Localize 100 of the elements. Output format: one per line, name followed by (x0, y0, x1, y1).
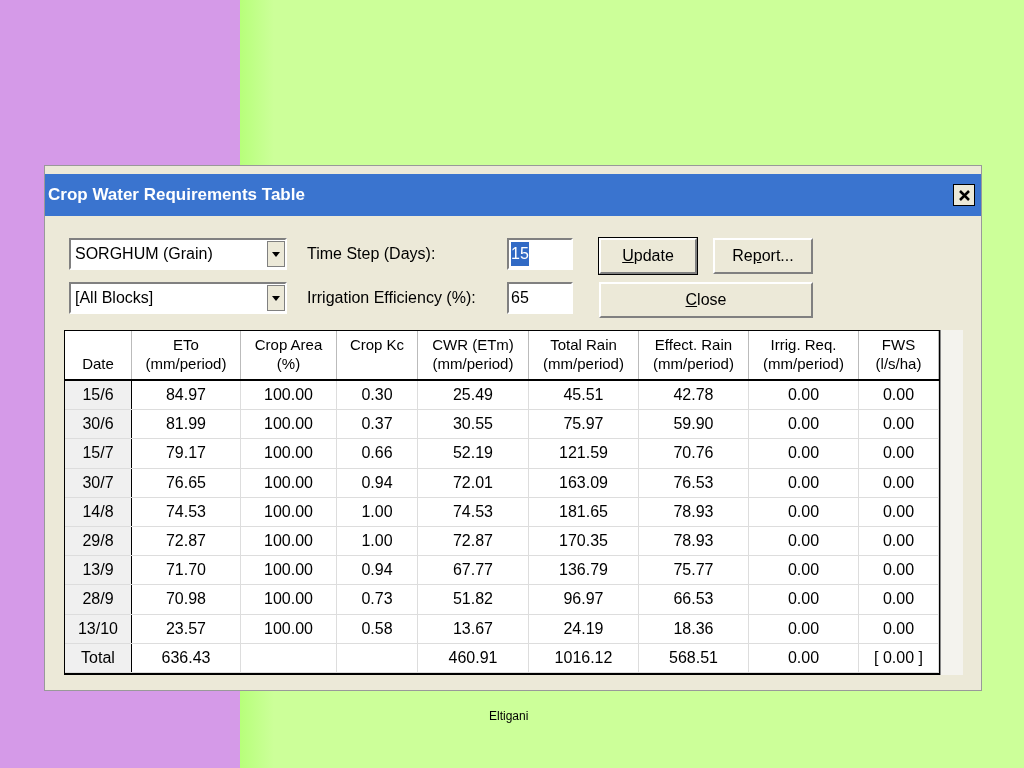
table-cell: 100.00 (241, 410, 337, 439)
table-cell: 0.00 (749, 497, 859, 526)
table-cell: 74.53 (132, 497, 241, 526)
table-cell: 0.00 (859, 585, 939, 614)
table-cell: 0.00 (749, 468, 859, 497)
table-cell: 0.58 (337, 614, 418, 643)
table-cell: 79.17 (132, 439, 241, 468)
row-header: 13/9 (65, 556, 132, 585)
table-cell: 72.87 (418, 526, 529, 556)
table-cell: 163.09 (529, 468, 639, 497)
row-header: 13/10 (65, 614, 132, 643)
table-cell: 1.00 (337, 526, 418, 556)
table-cell: 0.00 (859, 556, 939, 585)
input-field[interactable]: 65 (507, 282, 573, 314)
table-cell: 23.57 (132, 614, 241, 643)
column-header[interactable]: CWR (ETm) (mm/period) (418, 331, 529, 379)
row-header: 30/6 (65, 410, 132, 439)
table-cell: 0.00 (749, 410, 859, 439)
table-cell: 100.00 (241, 468, 337, 497)
row-header: 29/8 (65, 526, 132, 556)
table-cell: 76.65 (132, 468, 241, 497)
table-cell: 75.77 (639, 556, 749, 585)
table-cell: 51.82 (418, 585, 529, 614)
table-cell: 121.59 (529, 439, 639, 468)
table-cell: 100.00 (241, 585, 337, 614)
table-cell: 67.77 (418, 556, 529, 585)
column-header[interactable]: Effect. Rain (mm/period) (639, 331, 749, 379)
table-cell: 76.53 (639, 468, 749, 497)
field-label: Irrigation Efficiency (%): (307, 288, 477, 308)
table-cell: 568.51 (639, 643, 749, 672)
table-cell: 45.51 (529, 381, 639, 410)
dialog-button[interactable]: Close (599, 282, 813, 318)
column-header[interactable]: FWS (l/s/ha) (859, 331, 939, 379)
table-cell: 75.97 (529, 410, 639, 439)
scrollbar[interactable] (940, 330, 963, 675)
column-header[interactable]: Total Rain (mm/period) (529, 331, 639, 379)
table-cell: 0.00 (749, 556, 859, 585)
table-cell: 170.35 (529, 526, 639, 556)
table-cell: 0.00 (859, 439, 939, 468)
footer-text: Eltigani (489, 708, 529, 725)
dialog-button[interactable]: Report... (713, 238, 813, 274)
table-cell: 70.98 (132, 585, 241, 614)
table-cell: 42.78 (639, 381, 749, 410)
table-cell: 96.97 (529, 585, 639, 614)
table-cell: 0.00 (859, 468, 939, 497)
column-header[interactable]: Crop Area (%) (241, 331, 337, 379)
column-header[interactable]: ETo (mm/period) (132, 331, 241, 379)
row-header: 28/9 (65, 585, 132, 614)
dropdown[interactable]: SORGHUM (Grain) (69, 238, 287, 270)
table-cell: 0.00 (749, 614, 859, 643)
table-cell: 81.99 (132, 410, 241, 439)
table-cell: 13.67 (418, 614, 529, 643)
table-cell: 0.37 (337, 410, 418, 439)
column-header[interactable]: Crop Kc (337, 331, 418, 379)
table-cell: 0.30 (337, 381, 418, 410)
table-cell: 59.90 (639, 410, 749, 439)
window-title: Crop Water Requirements Table (48, 184, 305, 207)
table-cell: 72.87 (132, 526, 241, 556)
table-cell: 71.70 (132, 556, 241, 585)
table-cell: 0.00 (859, 497, 939, 526)
close-icon (958, 189, 970, 201)
table-cell: 0.94 (337, 468, 418, 497)
dialog-button[interactable]: Update (599, 238, 697, 274)
table-cell: 78.93 (639, 526, 749, 556)
table-cell: 18.36 (639, 614, 749, 643)
table-cell: 70.76 (639, 439, 749, 468)
input-field[interactable]: 15 (507, 238, 573, 270)
row-header: 30/7 (65, 468, 132, 497)
table-cell: 1.00 (337, 497, 418, 526)
table-cell: 25.49 (418, 381, 529, 410)
table-cell: 74.53 (418, 497, 529, 526)
row-header: 14/8 (65, 497, 132, 526)
table-cell: 0.73 (337, 585, 418, 614)
table-cell: 0.00 (749, 439, 859, 468)
table-cell: 0.66 (337, 439, 418, 468)
table-cell: 0.00 (859, 410, 939, 439)
close-button[interactable] (953, 184, 975, 206)
table-cell: 0.94 (337, 556, 418, 585)
table-cell: 100.00 (241, 614, 337, 643)
table-cell: 72.01 (418, 468, 529, 497)
row-header: 15/7 (65, 439, 132, 468)
table-cell: 66.53 (639, 585, 749, 614)
dropdown[interactable]: [All Blocks] (69, 282, 287, 314)
table-cell: 100.00 (241, 526, 337, 556)
table-cell: 0.00 (749, 381, 859, 410)
column-header[interactable]: Date (65, 331, 132, 379)
row-header: 15/6 (65, 381, 132, 410)
table-cell: 52.19 (418, 439, 529, 468)
table-cell: 0.00 (859, 614, 939, 643)
field-label: Time Step (Days): (307, 244, 437, 264)
column-header[interactable]: Irrig. Req. (mm/period) (749, 331, 859, 379)
table-cell: 460.91 (418, 643, 529, 672)
table-cell: 24.19 (529, 614, 639, 643)
table-cell: 0.00 (749, 585, 859, 614)
table-cell: [ 0.00 ] (859, 643, 939, 672)
table-cell: 100.00 (241, 497, 337, 526)
table-cell: 181.65 (529, 497, 639, 526)
table-cell: 1016.12 (529, 643, 639, 672)
table-cell: 0.00 (859, 381, 939, 410)
table-cell: 100.00 (241, 556, 337, 585)
